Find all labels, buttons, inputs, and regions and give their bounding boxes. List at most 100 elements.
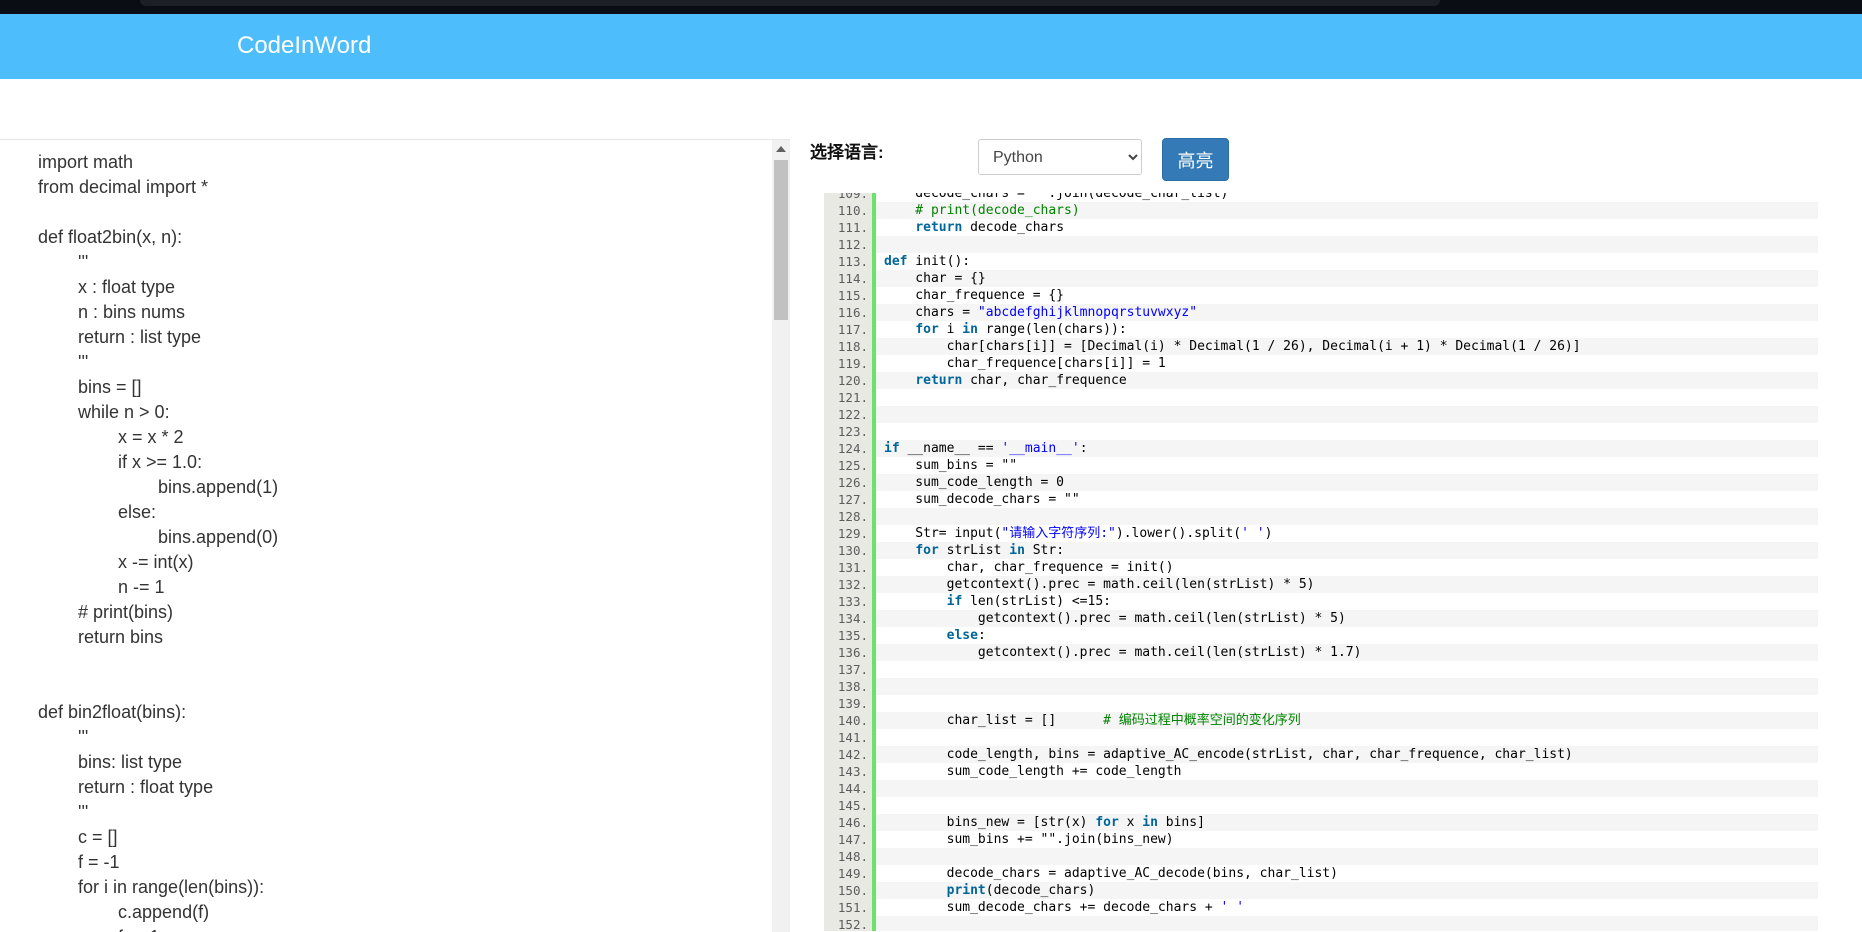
source-line: def float2bin(x, n): [38,227,183,247]
line-number: 112. [837,237,868,252]
code-text: for i in range(len(chars)): [876,321,1818,338]
code-line: 114. char = {} [824,270,1862,287]
line-number: 133. [837,594,868,609]
highlight-button[interactable]: 高亮 [1162,138,1229,181]
code-token: in [962,322,978,337]
code-token: range(len(chars)): [977,322,1127,337]
code-line: 149. decode_chars = adaptive_AC_decode(b… [824,865,1862,882]
line-number: 141. [837,730,868,745]
code-token: in [1142,815,1158,830]
code-lines: 109. decode_chars = "".join(decode_char_… [824,193,1862,931]
line-number: 135. [837,628,868,643]
code-line: 131. char, char_frequence = init() [824,559,1862,576]
line-number: 134. [837,611,868,626]
code-line: 129. Str= input("请输入字符序列:").lower().spli… [824,525,1862,542]
code-line: 126. sum_code_length = 0 [824,474,1862,491]
code-line: 118. char[chars[i]] = [Decimal(i) * Deci… [824,338,1862,355]
line-number: 116. [837,305,868,320]
code-line: 134. getcontext().prec = math.ceil(len(s… [824,610,1862,627]
right-pane: 选择语言: Python 高亮 109. decode_chars = "".j… [790,138,1862,931]
code-token: bins_new = [str(x) [884,815,1096,830]
scrollbar-thumb[interactable] [774,160,788,320]
source-line: ''' [38,727,89,747]
code-line: 117. for i in range(len(chars)): [824,321,1862,338]
code-token: x [1118,815,1143,830]
code-token: len(strList) <=15: [962,594,1111,609]
left-pane: import math from decimal import * def floa… [0,139,790,932]
line-number: 126. [837,475,868,490]
line-number: 113. [837,254,868,269]
code-text [876,406,1818,423]
code-token: for [915,322,939,337]
code-token: sum_code_length += code_length [884,764,1182,779]
code-text: bins_new = [str(x) for x in bins] [876,814,1818,831]
code-line: 141. [824,729,1862,746]
source-line: x -= int(x) [38,552,194,572]
code-token: init(): [907,254,971,269]
code-token: code_length, bins = adaptive_AC_encode(s… [884,747,1573,762]
line-number: 144. [837,781,868,796]
language-label: 选择语言: [810,143,884,162]
brand-title[interactable]: CodeInWord [237,31,371,61]
code-line: 144. [824,780,1862,797]
line-number: 148. [837,849,868,864]
code-token: getcontext().prec = math.ceil(len(strLis… [884,645,1362,660]
source-line: else: [38,502,157,522]
code-line: 138. [824,678,1862,695]
source-line: x : float type [38,277,176,297]
source-code-textarea[interactable]: import math from decimal import * def floa… [0,140,772,932]
source-line: f = -1 [38,852,120,872]
code-token: def [884,254,908,269]
code-text: Str= input("请输入字符序列:").lower().split(' '… [876,525,1818,542]
line-number: 109. [837,193,868,201]
left-scrollbar[interactable] [772,140,790,932]
code-text: sum_decode_chars += decode_chars + ' ' [876,899,1818,916]
code-token: # print(decode_chars) [884,203,1080,218]
code-text: def init(): [876,253,1818,270]
line-number: 115. [837,288,868,303]
source-line: return bins [38,627,164,647]
source-line: return : list type [38,327,202,347]
line-number: 122. [837,407,868,422]
scroll-up-arrow-icon[interactable] [776,146,786,152]
code-line: 122. [824,406,1862,423]
line-number: 147. [837,832,868,847]
code-line: 121. [824,389,1862,406]
code-token: sum_bins += "".join(bins_new) [884,832,1174,847]
code-token: __name__ == [899,441,1002,456]
line-number: 137. [837,662,868,677]
code-line: 120. return char, char_frequence [824,372,1862,389]
line-number: 114. [837,271,868,286]
code-line: 145. [824,797,1862,814]
line-number: 125. [837,458,868,473]
code-token: getcontext().prec = math.ceil(len(strLis… [884,611,1346,626]
line-number: 123. [837,424,868,439]
code-token: decode_chars = adaptive_AC_decode(bins, … [884,866,1338,881]
code-line: 152. [824,916,1862,931]
line-number: 146. [837,815,868,830]
navbar: CodeInWord [0,14,1862,79]
code-line: 132. getcontext().prec = math.ceil(len(s… [824,576,1862,593]
code-text: chars = "abcdefghijklmnopqrstuvwxyz" [876,304,1818,321]
code-token: ' ' [1241,526,1265,541]
line-number: 120. [837,373,868,388]
code-token: return [915,220,963,235]
line-number: 121. [837,390,868,405]
browser-top-strip [0,0,1862,14]
code-line: 142. code_length, bins = adaptive_AC_enc… [824,746,1862,763]
line-number: 152. [837,917,868,931]
line-number: 142. [837,747,868,762]
code-text: getcontext().prec = math.ceil(len(strLis… [876,644,1818,661]
line-number: 130. [837,543,868,558]
code-token: (decode_chars) [985,883,1096,898]
code-line: 119. char_frequence[chars[i]] = 1 [824,355,1862,372]
code-text: char[chars[i]] = [Decimal(i) * Decimal(1… [876,338,1818,355]
line-number: 132. [837,577,868,592]
code-text: sum_bins += "".join(bins_new) [876,831,1818,848]
code-token: char, char_frequence [962,373,1127,388]
line-number: 127. [837,492,868,507]
line-number: 131. [837,560,868,575]
language-select[interactable]: Python [978,139,1142,175]
